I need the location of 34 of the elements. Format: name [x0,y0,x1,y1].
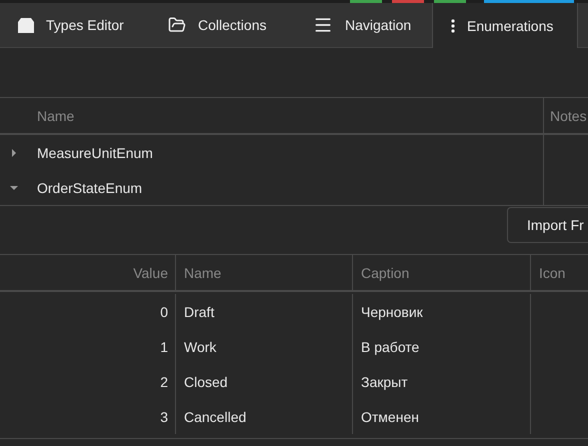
column-header: Caption [352,255,530,290]
column-header: Name [175,255,352,290]
tab[interactable]: Collections [150,3,295,47]
column-header: Value [132,264,169,282]
table-cell: 2 [160,374,168,390]
table-cell: Отменен [361,408,419,424]
table-cell: Cancelled [184,408,246,424]
table-cell: Закрыт [361,374,408,390]
tree-item[interactable]: OrderStateEnum [37,180,142,196]
more-icon [451,18,455,32]
tab[interactable]: Navigation [295,3,432,47]
tree-item[interactable]: MeasureUnitEnum [37,144,153,160]
tab-label: Types Editor [46,17,124,33]
table-cell: Черновик [361,304,423,320]
column-header: Icon [530,255,588,290]
tab[interactable]: Enumerations [432,3,578,48]
table-cell: Work [184,338,216,354]
table-cell: 0 [160,304,168,320]
import-button[interactable]: Import Fr [507,207,588,243]
column-header: Name [36,106,76,126]
caret-down-icon[interactable] [10,184,18,192]
caret-right-icon[interactable] [10,148,18,156]
folder-icon [168,16,186,34]
table-cell: В работе [361,338,420,354]
tab-label: Enumerations [467,18,554,34]
tab[interactable]: Types Editor [0,3,150,47]
table-cell: 3 [160,408,168,424]
table-cell: Closed [184,374,228,390]
tab-label: Collections [198,17,266,33]
tab-label: Navigation [345,17,412,33]
box-icon [18,18,34,32]
table-cell: Draft [184,304,214,320]
table-cell: 1 [160,338,168,354]
column-header: Notes [543,98,588,133]
